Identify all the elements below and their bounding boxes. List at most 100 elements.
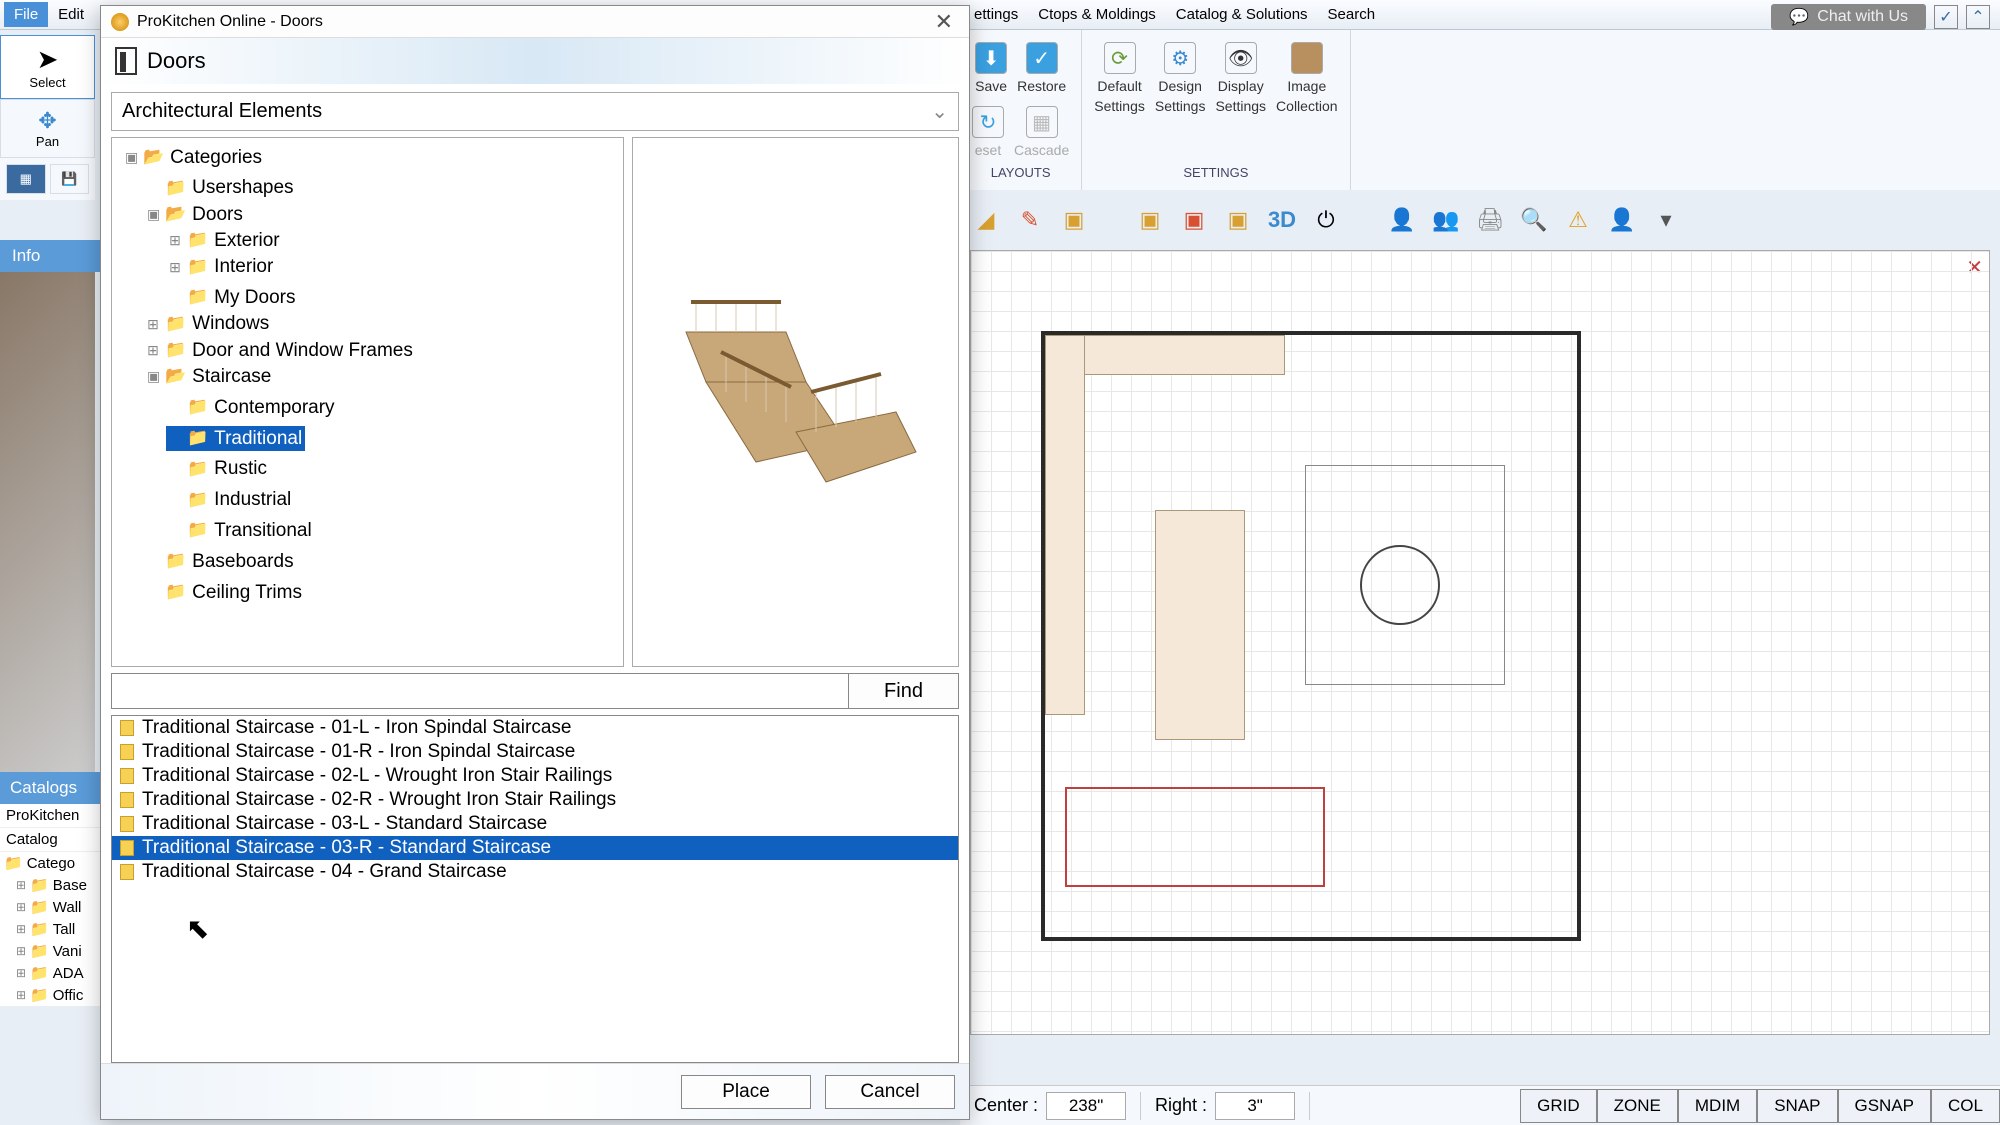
tree-doors[interactable]: ▣📂Doors [144, 202, 246, 228]
left-cat-item[interactable]: ⊞📁Tall [0, 918, 100, 940]
tree-traditional[interactable]: 📁Traditional [166, 426, 305, 452]
canvas[interactable]: ✕ [970, 250, 1990, 1035]
collapse-icon[interactable]: ⌃ [1966, 5, 1990, 29]
save-button[interactable]: ⬇Save [975, 42, 1007, 94]
tree-baseboards[interactable]: 📁Baseboards [144, 549, 297, 575]
zone-button[interactable]: ZONE [1597, 1089, 1678, 1123]
left-cat-item[interactable]: ⊞📁Offic [0, 984, 100, 1006]
box-icon[interactable]: ▣ [1058, 204, 1090, 236]
result-item[interactable]: Traditional Staircase - 03-L - Standard … [112, 812, 958, 836]
tree-contemporary[interactable]: 📁Contemporary [166, 395, 338, 421]
staircase-placement[interactable] [1065, 787, 1325, 887]
cat-categ-label: Catego [27, 855, 75, 872]
left-cat-item[interactable]: ⊞📁Base [0, 874, 100, 896]
gsnap-button[interactable]: GSNAP [1838, 1089, 1932, 1123]
tree-mydoors[interactable]: 📁My Doors [166, 285, 298, 311]
result-item[interactable]: Traditional Staircase - 02-R - Wrought I… [112, 788, 958, 812]
place-button[interactable]: Place [681, 1075, 811, 1109]
category-dropdown[interactable]: Architectural Elements ⌄ [111, 92, 959, 131]
right-input[interactable] [1215, 1092, 1295, 1120]
tree-staircase[interactable]: ▣📂Staircase [144, 364, 274, 390]
tree-industrial-label: Industrial [214, 487, 291, 513]
warning-icon[interactable]: ⚠ [1562, 204, 1594, 236]
mdim-button[interactable]: MDIM [1678, 1089, 1757, 1123]
tree-contemporary-label: Contemporary [214, 395, 334, 421]
design-label2: Settings [1155, 98, 1206, 114]
search-row: Find [111, 673, 959, 709]
catalogs-tab[interactable]: Catalogs [0, 772, 100, 804]
cascade-button[interactable]: ▦Cascade [1014, 106, 1069, 158]
result-item[interactable]: Traditional Staircase - 04 - Grand Stair… [112, 860, 958, 884]
dialog-app-title: ProKitchen Online - Doors [137, 13, 323, 31]
save-disk[interactable]: 💾 [50, 164, 90, 194]
left-cat-item[interactable]: ⊞📁ADA [0, 962, 100, 984]
col-button[interactable]: COL [1931, 1089, 2000, 1123]
tree-frames[interactable]: ⊞📁Door and Window Frames [144, 338, 416, 364]
left-cat-item[interactable]: ⊞📁Wall [0, 896, 100, 918]
menu-edit[interactable]: Edit [48, 2, 94, 27]
layers-icon[interactable]: ◢ [970, 204, 1002, 236]
tree-industrial[interactable]: 📁Industrial [166, 487, 294, 513]
box2-icon[interactable]: ▣ [1134, 204, 1166, 236]
result-list[interactable]: Traditional Staircase - 01-L - Iron Spin… [111, 715, 959, 1063]
result-item[interactable]: Traditional Staircase - 02-L - Wrought I… [112, 764, 958, 788]
category-tree[interactable]: ▣📂Categories 📁Usershapes ▣📂Doors ⊞📁Exter… [111, 137, 624, 667]
menu-file[interactable]: File [4, 2, 48, 27]
grid-toggle[interactable]: ▦ [6, 164, 46, 194]
tree-rustic-label: Rustic [214, 456, 267, 482]
result-item[interactable]: Traditional Staircase - 01-R - Iron Spin… [112, 740, 958, 764]
catalog-prokitchen[interactable]: ProKitchen [0, 804, 100, 828]
menu-ctops[interactable]: Ctops & Moldings [1028, 2, 1166, 27]
box-check-icon[interactable]: ▣ [1222, 204, 1254, 236]
user-green-icon[interactable]: 👤 [1606, 204, 1638, 236]
zoom-icon[interactable]: 🔍 [1518, 204, 1550, 236]
menu-settings-partial[interactable]: ettings [964, 2, 1028, 27]
design-settings-button[interactable]: ⚙DesignSettings [1155, 42, 1206, 114]
restore-button[interactable]: ✓Restore [1017, 42, 1066, 94]
left-cat-item[interactable]: ⊞📁Vani [0, 940, 100, 962]
print-icon[interactable]: 🖨 [1474, 204, 1506, 236]
center-segment: Center : [960, 1092, 1141, 1120]
tree-transitional[interactable]: 📁Transitional [166, 518, 315, 544]
tree-categories[interactable]: ▣📂Categories [122, 145, 265, 171]
catalog-catalog[interactable]: Catalog [0, 828, 100, 852]
tree-windows[interactable]: ⊞📁Windows [144, 311, 272, 337]
tree-exterior[interactable]: ⊞📁Exterior [166, 228, 283, 254]
info-tab[interactable]: Info [0, 240, 100, 272]
person1-icon[interactable]: 👤 [1386, 204, 1418, 236]
cat-categories[interactable]: 📁Catego [0, 852, 100, 874]
result-item[interactable]: Traditional Staircase - 01-L - Iron Spin… [112, 716, 958, 740]
menu-catalog[interactable]: Catalog & Solutions [1166, 2, 1318, 27]
display-settings-button[interactable]: 👁DisplaySettings [1215, 42, 1266, 114]
menu-search[interactable]: Search [1318, 2, 1386, 27]
cancel-button[interactable]: Cancel [825, 1075, 955, 1109]
chat-button[interactable]: 💬 Chat with Us [1771, 4, 1926, 30]
folder-icon: 📁 [4, 854, 23, 872]
select-tool[interactable]: ➤ Select [0, 35, 95, 99]
search-input[interactable] [111, 673, 849, 709]
tree-ceiling[interactable]: 📁Ceiling Trims [144, 580, 305, 606]
reset-button[interactable]: ↻eset [972, 106, 1004, 158]
find-button[interactable]: Find [849, 673, 959, 709]
person2-icon[interactable]: 👥 [1430, 204, 1462, 236]
grid-button[interactable]: GRID [1520, 1089, 1597, 1123]
tree-interior[interactable]: ⊞📁Interior [166, 254, 276, 280]
chat-icon: 💬 [1789, 7, 1809, 27]
image-collection-button[interactable]: ImageCollection [1276, 42, 1337, 114]
default-settings-button[interactable]: ⟳DefaultSettings [1094, 42, 1145, 114]
dialog-close-icon[interactable]: ✕ [929, 9, 959, 35]
snap-button[interactable]: SNAP [1757, 1089, 1837, 1123]
file-icon [120, 816, 134, 832]
dialog-titlebar[interactable]: ProKitchen Online - Doors ✕ [101, 6, 969, 38]
center-input[interactable] [1046, 1092, 1126, 1120]
dropdown-icon[interactable]: ▾ [1650, 204, 1682, 236]
pan-tool[interactable]: ✥ Pan [0, 99, 95, 158]
tree-rustic[interactable]: 📁Rustic [166, 456, 270, 482]
check-icon[interactable]: ✓ [1934, 5, 1958, 29]
3d-icon[interactable]: 3D [1266, 204, 1298, 236]
tree-usershapes[interactable]: 📁Usershapes [144, 175, 297, 201]
toggle-icon[interactable]: ⏻ [1310, 204, 1342, 236]
box-del-icon[interactable]: ▣ [1178, 204, 1210, 236]
result-item[interactable]: Traditional Staircase - 03-R - Standard … [112, 836, 958, 860]
edit-layer-icon[interactable]: ✎ [1014, 204, 1046, 236]
